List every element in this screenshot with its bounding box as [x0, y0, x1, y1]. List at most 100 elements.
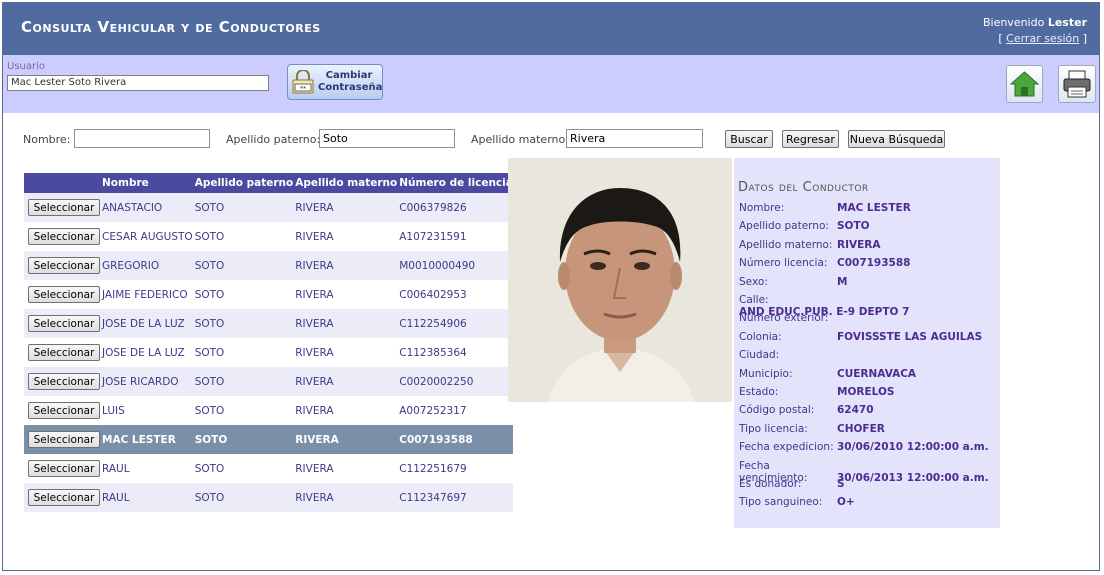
table-cell: SOTO [192, 222, 294, 251]
detail-row: Apellido paterno: SOTO [739, 220, 870, 232]
detail-value: S [837, 478, 845, 490]
select-cell: Seleccionar [24, 425, 100, 454]
detail-row: Ciudad: [739, 349, 837, 361]
table-cell: RIVERA [293, 454, 398, 483]
detail-label: Tipo sanguineo: [739, 496, 823, 509]
logout-link[interactable]: Cerrar sesión [1006, 32, 1079, 45]
printer-icon [1063, 70, 1091, 98]
detail-value: O+ [837, 496, 855, 509]
search-button[interactable]: Buscar [725, 130, 773, 148]
back-button[interactable]: Regresar [782, 130, 839, 148]
detail-label: Estado: [739, 386, 779, 398]
change-password-line2: Contraseña [318, 82, 383, 93]
welcome-prefix: Bienvenido [982, 16, 1045, 29]
select-cell: Seleccionar [24, 222, 100, 251]
search-form: Nombre: Apellido paterno: Apellido mater… [3, 128, 1099, 150]
detail-label: Apellido materno: [739, 238, 833, 251]
select-cell: Seleccionar [24, 396, 100, 425]
detail-row: Fecha expedicion: 30/06/2010 12:00:00 a.m… [739, 441, 989, 453]
print-button[interactable] [1058, 65, 1096, 103]
detail-label: Apellido paterno: [739, 220, 829, 233]
table-cell: C006379826 [397, 193, 513, 222]
column-header: Apellido materno [293, 173, 398, 193]
detail-label: Ciudad: [739, 349, 780, 362]
table-cell: RAUL [100, 483, 193, 512]
table-cell: SOTO [192, 425, 294, 454]
detail-label: Número licencia: [739, 257, 828, 270]
table-cell: SOTO [192, 309, 294, 338]
table-cell: RIVERA [293, 251, 398, 280]
detail-row: Apellido materno: RIVERA [739, 239, 881, 251]
table-cell: RIVERA [293, 193, 398, 222]
detail-row: Tipo sanguineo: O+ [739, 496, 855, 508]
select-button[interactable]: Seleccionar [28, 228, 100, 245]
paterno-label: Apellido paterno: [226, 133, 321, 146]
table-cell: SOTO [192, 367, 294, 396]
portrait-image [508, 158, 732, 402]
table-row: Seleccionar LUIS SOTO RIVERA A007252317 [24, 396, 513, 425]
new-search-button[interactable]: Nueva Búsqueda [848, 130, 945, 148]
select-button[interactable]: Seleccionar [28, 257, 100, 274]
details-title: Datos del Conductor [738, 180, 869, 195]
detail-value: MORELOS [837, 386, 895, 398]
table-row: Seleccionar JAIME FEDERICO SOTO RIVERA C0064… [24, 280, 513, 309]
detail-label: Tipo licencia: [739, 422, 808, 435]
table-cell: RIVERA [293, 483, 398, 512]
table-cell: ANASTACIO [100, 193, 193, 222]
home-button[interactable] [1006, 65, 1043, 103]
detail-row: Nombre: MAC LESTER [739, 202, 911, 214]
select-button[interactable]: Seleccionar [28, 315, 100, 332]
table-cell: JOSE RICARDO [100, 367, 193, 396]
select-button[interactable]: Seleccionar [28, 286, 100, 303]
table-cell: RIVERA [293, 222, 398, 251]
select-button[interactable]: Seleccionar [28, 402, 100, 419]
table-row: Seleccionar RAUL SOTO RIVERA C112251679 [24, 454, 513, 483]
table-cell: SOTO [192, 280, 294, 309]
detail-label: Es donador: [739, 478, 802, 490]
detail-row: Tipo licencia: CHOFER [739, 423, 885, 435]
table-cell: SOTO [192, 483, 294, 512]
select-cell: Seleccionar [24, 309, 100, 338]
table-row: Seleccionar MAC LESTER SOTO RIVERA C00719358… [24, 425, 513, 454]
table-cell: SOTO [192, 251, 294, 280]
column-header: Número de licencia [397, 173, 513, 193]
select-cell: Seleccionar [24, 193, 100, 222]
change-password-button[interactable]: ** Cambiar Contraseña [287, 64, 383, 100]
materno-input[interactable] [566, 129, 703, 148]
detail-value: CUERNAVACA [837, 367, 917, 380]
table-cell: SOTO [192, 338, 294, 367]
detail-value: RIVERA [837, 238, 881, 251]
table-cell: JOSE DE LA LUZ [100, 309, 193, 338]
table-cell: RIVERA [293, 425, 398, 454]
detail-value: SOTO [837, 220, 870, 233]
select-button[interactable]: Seleccionar [28, 199, 100, 216]
table-cell: C112254906 [397, 309, 513, 338]
lock-icon: ** [292, 70, 314, 94]
nombre-input[interactable] [74, 129, 210, 148]
select-button[interactable]: Seleccionar [28, 344, 100, 361]
user-field[interactable]: Mac Lester Soto Rivera [7, 75, 269, 91]
detail-row: Número licencia: C007193588 [739, 257, 910, 269]
select-button[interactable]: Seleccionar [28, 431, 100, 448]
detail-row: Número exterior: [739, 312, 837, 324]
detail-value: MAC LESTER [837, 202, 911, 214]
welcome-area: Bienvenido Lester [ Cerrar sesión ] [982, 16, 1087, 45]
detail-value: 30/06/2013 12:00:00 a.m. [837, 471, 989, 484]
table-cell: GREGORIO [100, 251, 193, 280]
select-button[interactable]: Seleccionar [28, 460, 100, 477]
detail-row: Colonia: FOVISSSTE LAS AGUILAS [739, 331, 982, 343]
driver-details-panel: Datos del Conductor Nombre: MAC LESTER Ape… [734, 158, 1000, 528]
table-cell: RIVERA [293, 280, 398, 309]
table-cell: SOTO [192, 193, 294, 222]
table-row: Seleccionar RAUL SOTO RIVERA C112347697 [24, 483, 513, 512]
change-password-line1: Cambiar [325, 70, 373, 81]
select-button[interactable]: Seleccionar [28, 373, 100, 390]
detail-value: 30/06/2010 12:00:00 a.m. [837, 441, 989, 454]
detail-row: Estado: MORELOS [739, 386, 894, 398]
table-cell: A007252317 [397, 396, 513, 425]
paterno-input[interactable] [319, 129, 455, 148]
table-cell: SOTO [192, 396, 294, 425]
table-cell: JAIME FEDERICO [100, 280, 193, 309]
detail-row: Municipio: CUERNAVACA [739, 368, 916, 380]
select-button[interactable]: Seleccionar [28, 489, 100, 506]
